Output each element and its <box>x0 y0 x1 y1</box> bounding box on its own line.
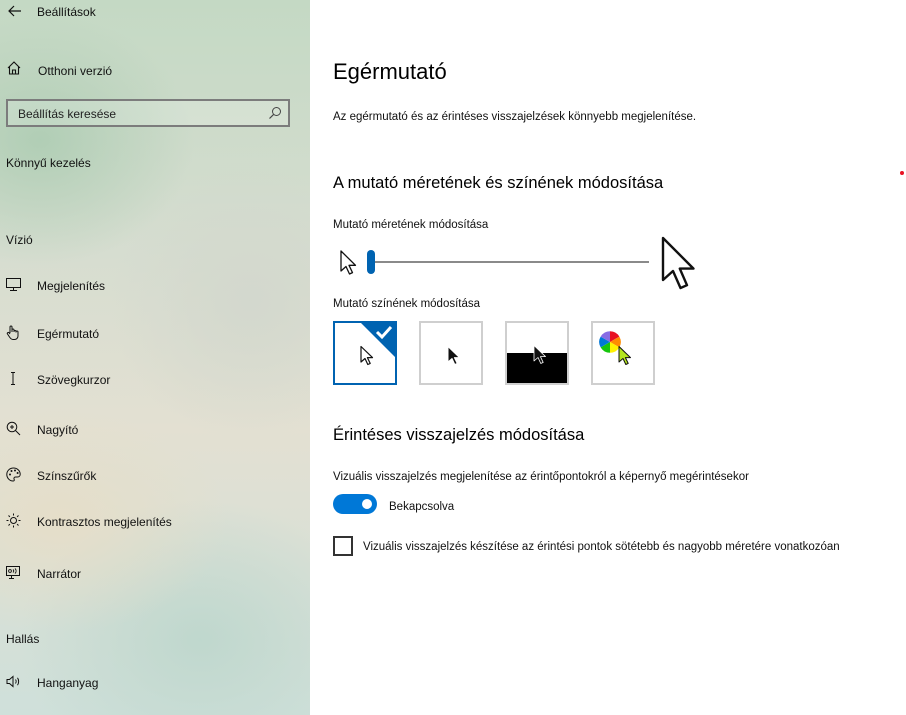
pointer-section-title: A mutató méretének és színének módosítás… <box>333 174 664 192</box>
home-nav-label: Otthoni verzió <box>38 64 113 78</box>
pointer-size-label: Mutató méretének módosítása <box>333 219 489 231</box>
main-content: Egérmutató Az egérmutató és az érintéses… <box>310 0 906 715</box>
darker-feedback-checkbox[interactable] <box>333 536 353 556</box>
toggle-knob <box>362 499 372 509</box>
magnifier-icon <box>6 421 21 436</box>
large-cursor-icon <box>661 236 695 290</box>
black-cursor-icon <box>447 346 460 365</box>
sidebar-item-label: Egérmutató <box>37 327 100 341</box>
sidebar-item-label: Szövegkurzor <box>37 373 111 387</box>
page-title: Egérmutató <box>333 59 447 84</box>
sidebar-item-label: Színszűrők <box>37 469 97 483</box>
sidebar-item-high-contrast[interactable]: Kontrasztos megjelenítés <box>0 506 310 536</box>
sidebar-item-narrator[interactable]: Narrátor <box>0 558 310 588</box>
monitor-icon <box>6 278 21 291</box>
hand-pointer-icon <box>6 325 19 340</box>
sidebar: Beállítások Otthoni verzió Könnyű kezelé… <box>0 0 310 715</box>
app-title: Beállítások <box>37 5 96 19</box>
pointer-color-white-option[interactable] <box>333 321 397 385</box>
pointer-color-custom-option[interactable] <box>591 321 655 385</box>
search-box[interactable] <box>6 99 290 127</box>
category-heading: Könnyű kezelés <box>6 156 91 170</box>
sidebar-item-magnifier[interactable]: Nagyító <box>0 414 310 444</box>
inverted-cursor-icon <box>533 345 546 364</box>
search-icon[interactable] <box>268 106 282 120</box>
narrator-icon <box>6 566 20 579</box>
pointer-size-slider[interactable] <box>367 250 649 274</box>
sidebar-item-audio[interactable]: Hanganyag <box>0 667 310 697</box>
slider-track[interactable] <box>367 261 649 263</box>
sidebar-item-label: Kontrasztos megjelenítés <box>37 515 172 529</box>
custom-cursor-icon <box>618 346 631 365</box>
sidebar-item-display[interactable]: Megjelenítés <box>0 270 310 300</box>
brightness-icon <box>6 513 21 528</box>
sidebar-item-label: Megjelenítés <box>37 279 106 293</box>
touch-feedback-label: Vizuális visszajelzés megjelenítése az é… <box>333 471 749 483</box>
sidebar-item-label: Nagyító <box>37 423 79 437</box>
touch-feedback-toggle[interactable] <box>333 494 377 514</box>
group-heading-vision: Vízió <box>6 233 33 247</box>
page-description: Az egérmutató és az érintéses visszajelz… <box>333 111 697 123</box>
speaker-icon <box>6 675 20 688</box>
sidebar-item-text-cursor[interactable]: Szövegkurzor <box>0 364 310 394</box>
home-nav-item[interactable]: Otthoni verzió <box>0 58 310 84</box>
white-cursor-icon <box>360 345 374 366</box>
darker-feedback-label: Vizuális visszajelzés készítése az érint… <box>363 541 840 553</box>
text-cursor-icon <box>11 372 15 385</box>
sidebar-item-mouse-pointer[interactable]: Egérmutató <box>0 318 310 348</box>
sidebar-item-color-filters[interactable]: Színszűrők <box>0 460 310 490</box>
pointer-color-inverted-option[interactable] <box>505 321 569 385</box>
palette-icon <box>6 467 21 482</box>
sidebar-item-label: Hanganyag <box>37 676 99 690</box>
touch-section-title: Érintéses visszajelzés módosítása <box>333 426 585 444</box>
toggle-state-label: Bekapcsolva <box>389 501 455 513</box>
home-icon <box>7 61 21 75</box>
notification-dot <box>900 171 904 175</box>
back-button[interactable] <box>6 1 24 21</box>
search-input[interactable] <box>18 106 258 122</box>
pointer-color-black-option[interactable] <box>419 321 483 385</box>
small-cursor-icon <box>340 250 357 275</box>
group-heading-hearing: Hallás <box>6 632 40 646</box>
slider-thumb[interactable] <box>367 250 375 274</box>
pointer-color-label: Mutató színének módosítása <box>333 298 481 310</box>
sidebar-item-label: Narrátor <box>37 567 82 581</box>
back-arrow-icon <box>8 5 21 17</box>
